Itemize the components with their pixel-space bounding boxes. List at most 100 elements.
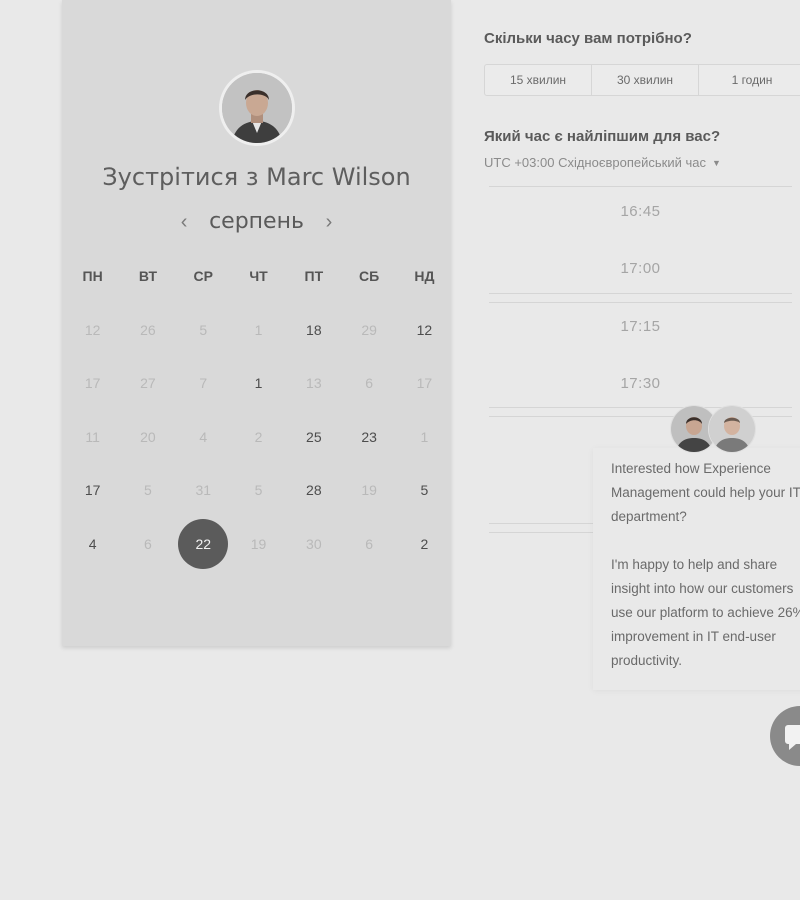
calendar-day-label: 29 bbox=[361, 321, 377, 338]
timezone-label: UTC +03:00 Східноєвропейський час bbox=[484, 155, 706, 170]
calendar-day-label: 20 bbox=[140, 428, 156, 445]
calendar-day: 2 bbox=[231, 410, 286, 464]
calendar-day: 17 bbox=[397, 357, 452, 411]
duration-option[interactable]: 15 хвилин bbox=[485, 65, 592, 95]
calendar-day-label: 12 bbox=[84, 321, 101, 338]
time-slot[interactable]: 17:15 bbox=[489, 318, 792, 335]
calendar-day: 5 bbox=[120, 464, 175, 518]
duration-selector: 15 хвилин 30 хвилин 1 годин bbox=[484, 64, 800, 96]
calendar-day[interactable]: 5 bbox=[397, 464, 452, 518]
calendar-day-label: 4 bbox=[199, 428, 208, 445]
scheduling-page: Зустрітися з Marc Wilson ‹ серпень › ПН В… bbox=[0, 0, 800, 900]
calendar-day-label: 5 bbox=[254, 482, 263, 499]
calendar-day[interactable]: 28 bbox=[286, 464, 341, 518]
weekday-label: СР bbox=[193, 268, 213, 284]
calendar-day: 4 bbox=[176, 410, 231, 464]
calendar-day[interactable]: 1 bbox=[231, 357, 286, 411]
calendar-day: 17 bbox=[65, 357, 120, 411]
weekday-label: ПТ bbox=[304, 268, 324, 284]
divider bbox=[489, 186, 792, 187]
calendar-day[interactable]: 23 bbox=[341, 410, 396, 464]
calendar-day[interactable]: 17 bbox=[65, 464, 120, 518]
calendar-day-label: 25 bbox=[306, 428, 322, 445]
chevron-left-icon[interactable]: ‹ bbox=[179, 212, 189, 232]
meeting-title: Зустрітися з Marc Wilson bbox=[102, 163, 411, 191]
month-label: серпень bbox=[209, 209, 304, 234]
duration-option[interactable]: 30 хвилин bbox=[592, 65, 699, 95]
calendar-day: 7 bbox=[176, 357, 231, 411]
calendar-day-label: 2 bbox=[254, 428, 263, 445]
calendar-day[interactable]: 25 bbox=[286, 410, 341, 464]
calendar-day[interactable]: 18 bbox=[286, 303, 341, 357]
weekday-label: НД bbox=[414, 268, 435, 284]
calendar-day-label: 4 bbox=[88, 535, 97, 552]
caret-down-icon: ▼ bbox=[711, 157, 721, 168]
weekday-label: ЧТ bbox=[249, 268, 268, 284]
host-avatar-frame bbox=[219, 70, 295, 146]
calendar-day: 6 bbox=[341, 357, 396, 411]
calendar-day-label: 7 bbox=[199, 375, 208, 392]
calendar-day-label: 27 bbox=[140, 375, 156, 392]
calendar-day-label: 5 bbox=[144, 482, 152, 499]
chat-launcher-button[interactable] bbox=[770, 706, 800, 766]
day-grid: 12 26 5 1 18 29 12 17 27 7 1 13 6 17 11 20 4 2 25 23 1 17 5 31 5… bbox=[65, 303, 452, 571]
calendar-day: 11 bbox=[65, 410, 120, 464]
calendar-day: 6 bbox=[341, 517, 396, 571]
calendar-day[interactable]: 2 bbox=[397, 517, 452, 571]
calendar-day: 30 bbox=[286, 517, 341, 571]
calendar-day-selected[interactable]: 22 bbox=[176, 517, 231, 571]
time-slot[interactable]: 17:30 bbox=[489, 375, 792, 392]
calendar-card: Зустрітися з Marc Wilson ‹ серпень › ПН В… bbox=[62, 0, 451, 646]
calendar-day-label: 6 bbox=[365, 375, 374, 392]
calendar-day: 5 bbox=[176, 303, 231, 357]
calendar-day-label: 23 bbox=[361, 428, 377, 445]
calendar-day-label: 2 bbox=[420, 535, 429, 552]
chat-icon bbox=[784, 723, 800, 756]
calendar-day-label: 30 bbox=[306, 535, 322, 552]
weekday-label: СБ bbox=[359, 268, 380, 284]
month-navigation: ‹ серпень › bbox=[62, 209, 451, 234]
divider bbox=[489, 302, 792, 303]
calendar-day: 31 bbox=[176, 464, 231, 518]
calendar-day: 19 bbox=[231, 517, 286, 571]
calendar-day: 13 bbox=[286, 357, 341, 411]
calendar-day-label: 28 bbox=[306, 482, 322, 499]
calendar-day-label: 17 bbox=[84, 482, 101, 499]
calendar-day-label: 19 bbox=[361, 482, 377, 499]
host-avatar bbox=[222, 73, 292, 143]
timezone-select[interactable]: UTC +03:00 Східноєвропейський час ▼ bbox=[484, 155, 721, 170]
calendar-day: 1 bbox=[231, 303, 286, 357]
divider bbox=[489, 293, 792, 294]
weekday-label: ВТ bbox=[138, 268, 158, 284]
agent-avatar bbox=[708, 405, 756, 453]
calendar-day-label: 19 bbox=[250, 535, 267, 552]
calendar-day: 1 bbox=[397, 410, 452, 464]
calendar-day-label: 12 bbox=[416, 321, 433, 338]
calendar-day-label: 17 bbox=[416, 375, 433, 392]
calendar-day-label: 6 bbox=[365, 535, 374, 552]
calendar-day-label: 31 bbox=[195, 482, 212, 499]
calendar-day: 19 bbox=[341, 464, 396, 518]
calendar-day-label: 18 bbox=[306, 321, 322, 338]
calendar-day: 29 bbox=[341, 303, 396, 357]
time-slot[interactable]: 17:00 bbox=[489, 260, 792, 277]
duration-option[interactable]: 1 годин bbox=[699, 65, 800, 95]
calendar-day-label: 1 bbox=[254, 321, 263, 338]
weekday-header: ПН ВТ СР ЧТ ПТ СБ НД bbox=[65, 268, 452, 284]
time-question: Який час є найліпшим для вас? bbox=[484, 128, 721, 145]
calendar-day[interactable]: 4 bbox=[65, 517, 120, 571]
chat-message-text: Interested how Experience Management cou… bbox=[611, 461, 800, 668]
chat-agent-avatars bbox=[670, 405, 756, 453]
calendar-day: 6 bbox=[120, 517, 175, 571]
calendar-day[interactable]: 12 bbox=[397, 303, 452, 357]
weekday-label: ПН bbox=[82, 268, 103, 284]
calendar-day: 12 bbox=[65, 303, 120, 357]
time-slot[interactable]: 16:45 bbox=[489, 203, 792, 220]
chevron-right-icon[interactable]: › bbox=[324, 212, 334, 232]
calendar-day: 20 bbox=[120, 410, 175, 464]
calendar-day-label: 22 bbox=[178, 518, 229, 569]
duration-question: Скільки часу вам потрібно? bbox=[484, 30, 692, 47]
calendar-day: 27 bbox=[120, 357, 175, 411]
calendar-day-label: 6 bbox=[144, 535, 152, 552]
calendar-day-label: 11 bbox=[85, 428, 100, 445]
